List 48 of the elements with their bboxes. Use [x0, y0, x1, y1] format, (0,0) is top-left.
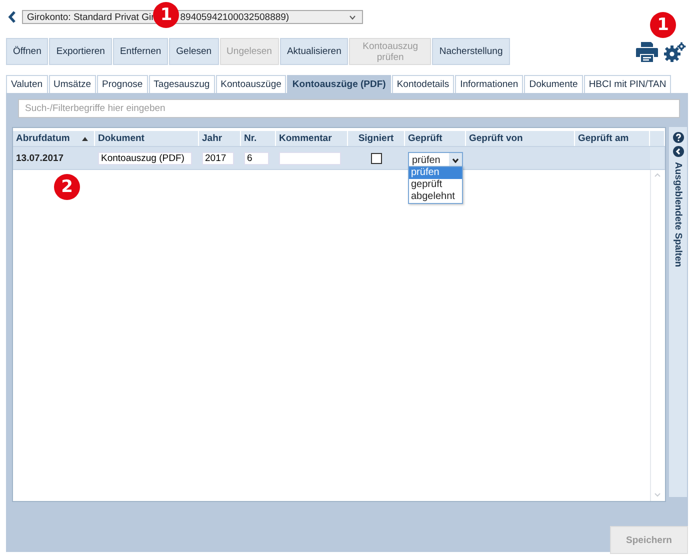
toolbar-button[interactable]: Öffnen [6, 38, 48, 65]
toolbar-button[interactable]: Entfernen [112, 38, 168, 65]
print-icon[interactable] [636, 42, 658, 62]
column-header[interactable]: Geprüft [405, 131, 466, 146]
tab[interactable]: Tagesauszug [148, 75, 215, 93]
column-header[interactable]: Signiert [348, 131, 405, 146]
tab[interactable]: Prognose [97, 75, 148, 93]
help-icon[interactable] [672, 132, 684, 143]
back-chevron-icon[interactable] [8, 11, 16, 23]
tab[interactable]: Kontodetails [392, 75, 454, 93]
dropdown-option[interactable]: prüfen [409, 167, 462, 179]
tab[interactable]: Kontoauszüge [216, 75, 286, 93]
column-header[interactable]: Dokument [95, 131, 199, 146]
search-field[interactable]: Such-/Filterbegriffe hier eingeben [18, 99, 680, 118]
caret-icon [452, 158, 459, 162]
column-header[interactable]: Nr. [241, 131, 276, 146]
dropdown-option[interactable]: geprüft [409, 179, 462, 191]
toolbar-button[interactable]: Aktualisieren [280, 38, 348, 65]
dropdown-option[interactable]: abgelehnt [409, 191, 462, 203]
column-header[interactable]: Kommentar [276, 131, 348, 146]
caret-icon [349, 15, 356, 20]
column-header[interactable]: Jahr [199, 131, 241, 146]
tab[interactable]: Kontoauszüge (PDF) [287, 75, 391, 93]
input-field[interactable]: Kontoauszug (PDF) [98, 152, 192, 164]
scroll-down-icon [654, 493, 661, 497]
checkbox[interactable] [371, 152, 382, 164]
input-field[interactable]: 6 [244, 152, 269, 164]
input-field[interactable] [279, 152, 341, 164]
column-header[interactable]: Abrufdatum [13, 131, 95, 146]
column-header[interactable]: Geprüft am [575, 131, 650, 146]
toolbar-button[interactable]: Nacherstellung [432, 38, 510, 65]
callout-badge: 2 [54, 174, 80, 200]
callout-badge: 1 [650, 12, 676, 38]
toolbar-button[interactable]: Exportieren [49, 38, 112, 65]
scroll-up-icon [654, 173, 661, 177]
tab[interactable]: Informationen [455, 75, 524, 93]
collapse-chevron-icon[interactable] [672, 146, 684, 157]
table-cell: 13.07.2017 [16, 152, 64, 164]
tab[interactable]: Dokumente [524, 75, 583, 93]
column-header[interactable]: Geprüft von [466, 131, 575, 146]
callout-badge: 1 [153, 2, 180, 28]
settings-icon[interactable] [664, 42, 686, 62]
tab[interactable]: Valuten [6, 75, 48, 93]
tab[interactable]: HBCI mit PIN/TAN [584, 75, 672, 93]
toolbar-button[interactable]: Gelesen [169, 38, 219, 65]
input-field[interactable]: 2017 [202, 152, 234, 164]
tab[interactable]: Umsätze [48, 75, 96, 93]
side-panel-label[interactable]: Ausgeblendete Spalten [672, 162, 684, 268]
